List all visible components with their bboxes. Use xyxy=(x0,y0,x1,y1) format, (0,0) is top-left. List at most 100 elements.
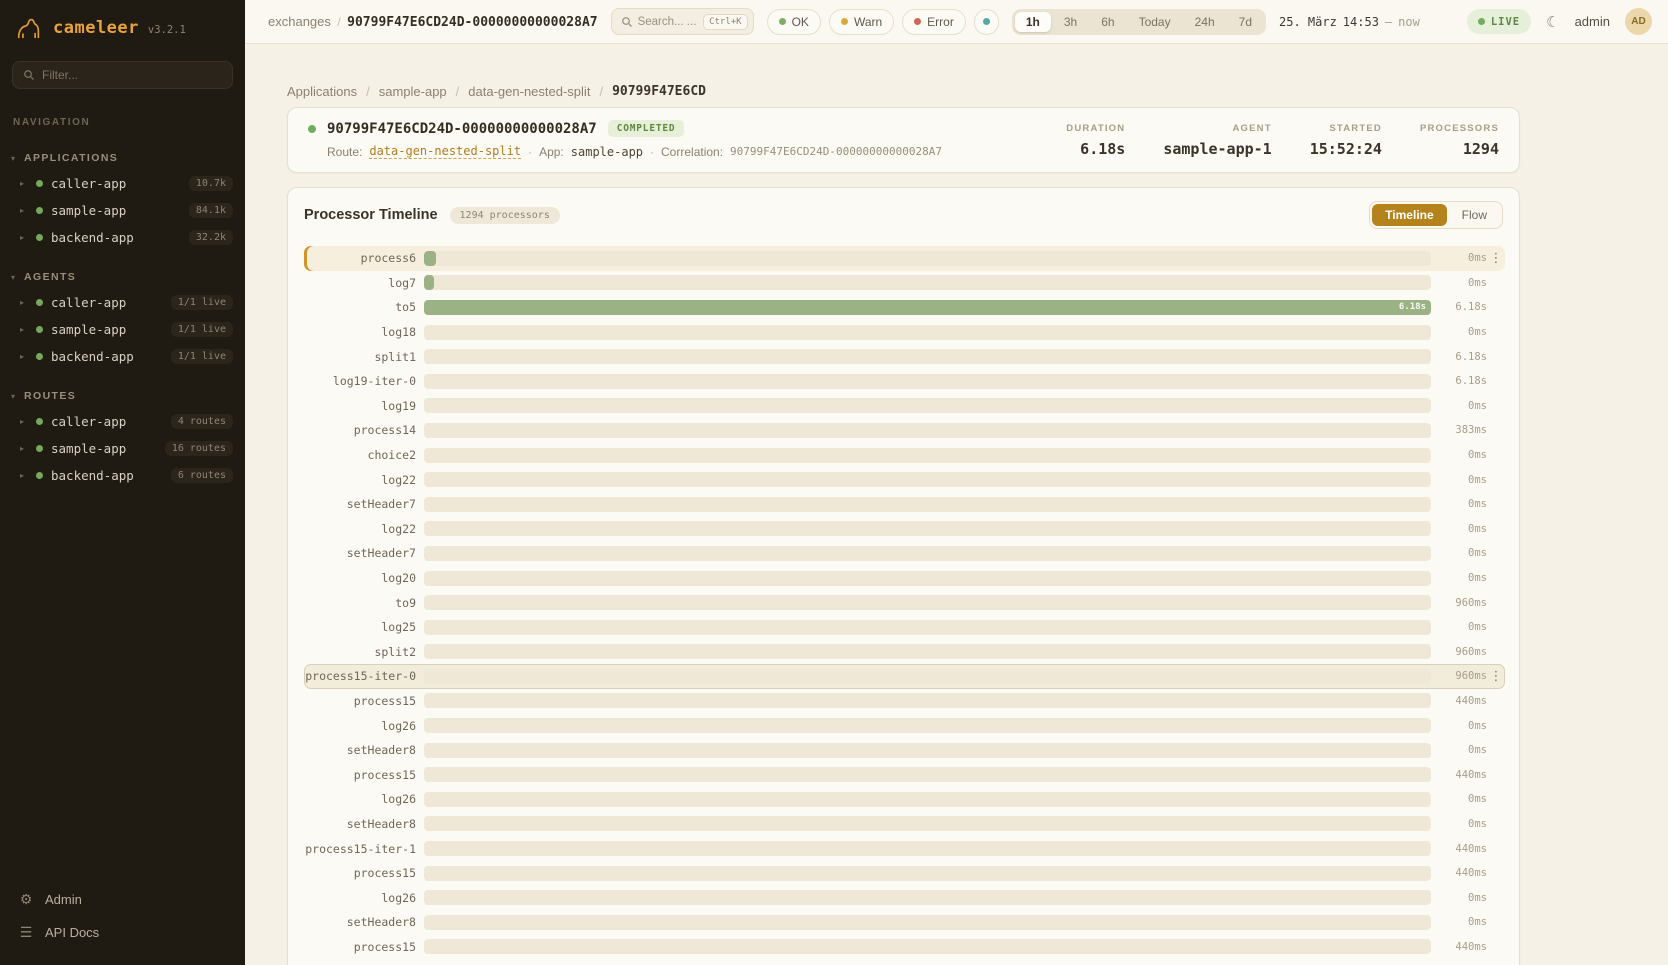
time-range-7d[interactable]: 7d xyxy=(1228,12,1263,32)
footer-item-label: Admin xyxy=(45,892,82,907)
timeline-row-log7[interactable]: log7 0ms ⋮ xyxy=(304,271,1505,296)
chevron-right-icon: ▸ xyxy=(20,471,28,480)
sidebar-item-applications-sample-app[interactable]: ▸ sample-app 84.1k xyxy=(0,197,245,224)
sidebar-item-agents-caller-app[interactable]: ▸ caller-app 1/1 live xyxy=(0,289,245,316)
status-filter-warn[interactable]: Warn xyxy=(829,9,894,35)
sidebar-filter[interactable] xyxy=(12,61,233,89)
timeline-row-setheader7[interactable]: setHeader7 0ms ⋮ xyxy=(304,541,1505,566)
sidebar-item-admin[interactable]: ⚙ Admin xyxy=(0,883,245,916)
time-range-1h[interactable]: 1h xyxy=(1015,12,1051,32)
timeline-row-log18[interactable]: log18 0ms ⋮ xyxy=(304,320,1505,345)
timeline-rail xyxy=(424,275,1431,290)
menu-icon: ☰ xyxy=(18,924,34,941)
timeline-row-log22[interactable]: log22 0ms ⋮ xyxy=(304,467,1505,492)
status-filter-extra[interactable] xyxy=(974,9,999,35)
sidebar-section-applications[interactable]: ▾ APPLICATIONS xyxy=(0,146,245,170)
search-input[interactable] xyxy=(638,16,698,28)
duration-label: 960ms xyxy=(1437,670,1487,682)
timeline-row-to5[interactable]: to5 6.18s 6.18s ⋮ xyxy=(304,295,1505,320)
breadcrumb-applications[interactable]: Applications xyxy=(287,84,357,99)
kebab-menu-icon[interactable]: ⋮ xyxy=(1487,668,1505,684)
timeline-row-setheader8[interactable]: setHeader8 0ms ⋮ xyxy=(304,910,1505,935)
timeline-row-log26[interactable]: log26 0ms ⋮ xyxy=(304,787,1505,812)
timeline-rail xyxy=(424,620,1431,635)
timeline-row-split1[interactable]: split1 6.18s ⋮ xyxy=(304,344,1505,369)
timeline-row-process15-iter-1[interactable]: process15-iter-1 440ms ⋮ xyxy=(304,836,1505,861)
timeline-row-choice2[interactable]: choice2 0ms ⋮ xyxy=(304,443,1505,468)
duration-label: 0ms xyxy=(1437,547,1487,559)
breadcrumb-separator: / xyxy=(599,84,603,99)
timeline-row-log26[interactable]: log26 0ms ⋮ xyxy=(304,713,1505,738)
sidebar-item-routes-caller-app[interactable]: ▸ caller-app 4 routes xyxy=(0,408,245,435)
view-toggle-timeline[interactable]: Timeline xyxy=(1372,204,1446,226)
timeline-row-split2[interactable]: split2 960ms ⋮ xyxy=(304,640,1505,665)
timeline-row-process6[interactable]: process6 0ms ⋮ xyxy=(304,246,1505,271)
status-filter-error[interactable]: Error xyxy=(902,9,966,35)
timeline-row-to9[interactable]: to9 960ms ⋮ xyxy=(304,590,1505,615)
sidebar-item-label: caller-app xyxy=(51,414,126,429)
timeline-row-process14[interactable]: process14 383ms ⋮ xyxy=(304,418,1505,443)
timeline-row-log25[interactable]: log25 0ms ⋮ xyxy=(304,615,1505,640)
timeline-row-log26[interactable]: log26 0ms ⋮ xyxy=(304,885,1505,910)
live-badge[interactable]: LIVE xyxy=(1467,9,1531,34)
kebab-menu-icon[interactable]: ⋮ xyxy=(1487,250,1505,266)
duration-label: 0ms xyxy=(1437,720,1487,732)
view-toggle-flow[interactable]: Flow xyxy=(1449,204,1500,226)
status-dot xyxy=(36,472,43,479)
sidebar-section-routes[interactable]: ▾ ROUTES xyxy=(0,384,245,408)
timeline-rail xyxy=(424,866,1431,881)
duration-label: 440ms xyxy=(1437,941,1487,953)
timeline-row-setheader8[interactable]: setHeader8 0ms ⋮ xyxy=(304,812,1505,837)
chevron-right-icon: ▸ xyxy=(20,179,28,188)
breadcrumb-route[interactable]: data-gen-nested-split xyxy=(468,84,590,99)
timeline-row-process15-iter-0[interactable]: process15-iter-0 960ms ⋮ xyxy=(304,664,1505,689)
timeline-row-process15[interactable]: process15 440ms ⋮ xyxy=(304,689,1505,714)
time-range-6h[interactable]: 6h xyxy=(1090,12,1125,32)
live-label: LIVE xyxy=(1491,16,1520,28)
sidebar-filter-input[interactable] xyxy=(42,68,222,82)
exchange-info: 90799F47E6CD24D-00000000000028A7 COMPLET… xyxy=(308,120,942,159)
sidebar-section-agents[interactable]: ▾ AGENTS xyxy=(0,265,245,289)
timeline-row-process15[interactable]: process15 440ms ⋮ xyxy=(304,762,1505,787)
time-range-today[interactable]: Today xyxy=(1128,12,1182,32)
status-dot xyxy=(841,18,848,25)
timeline-row-setheader7[interactable]: setHeader7 0ms ⋮ xyxy=(304,492,1505,517)
breadcrumb-exchanges[interactable]: exchanges xyxy=(268,14,331,29)
timeline-rail xyxy=(424,571,1431,586)
search-icon xyxy=(23,69,35,81)
timeline-row-log19[interactable]: log19 0ms ⋮ xyxy=(304,394,1505,419)
dark-mode-toggle-icon[interactable]: ☾ xyxy=(1546,13,1559,31)
avatar[interactable]: AD xyxy=(1625,8,1652,35)
timeline-row-process15[interactable]: process15 440ms ⋮ xyxy=(304,861,1505,886)
sidebar-item-applications-caller-app[interactable]: ▸ caller-app 10.7k xyxy=(0,170,245,197)
timeline-row-setheader8[interactable]: setHeader8 0ms ⋮ xyxy=(304,738,1505,763)
breadcrumb-sample-app[interactable]: sample-app xyxy=(379,84,447,99)
processor-name: log7 xyxy=(304,276,416,290)
datetime-range[interactable]: 25. März 14:53 — now xyxy=(1279,15,1420,29)
duration-label: 0ms xyxy=(1437,818,1487,830)
timeline-row-process15[interactable]: process15 440ms ⋮ xyxy=(304,935,1505,960)
timeline-row-log20[interactable]: log20 0ms ⋮ xyxy=(304,566,1505,591)
sidebar-item-api-docs[interactable]: ☰ API Docs xyxy=(0,916,245,949)
sidebar-item-applications-backend-app[interactable]: ▸ backend-app 32.2k xyxy=(0,224,245,251)
chip-label: OK xyxy=(792,15,809,29)
route-link[interactable]: data-gen-nested-split xyxy=(369,144,521,159)
stat-value: 6.18s xyxy=(1066,140,1125,158)
sidebar-item-label: sample-app xyxy=(51,441,126,456)
sidebar-item-routes-sample-app[interactable]: ▸ sample-app 16 routes xyxy=(0,435,245,462)
sidebar-item-agents-sample-app[interactable]: ▸ sample-app 1/1 live xyxy=(0,316,245,343)
sidebar: cameleer v3.2.1 NAVIGATION ▾ APPLICATION… xyxy=(0,0,245,965)
chevron-down-icon: ▾ xyxy=(11,392,15,401)
timeline-rail xyxy=(424,595,1431,610)
search-box[interactable]: Ctrl+K xyxy=(611,8,754,35)
sidebar-item-routes-backend-app[interactable]: ▸ backend-app 6 routes xyxy=(0,462,245,489)
stat-started: STARTED 15:52:24 xyxy=(1310,123,1382,158)
status-filter-ok[interactable]: OK xyxy=(767,9,821,35)
sidebar-item-agents-backend-app[interactable]: ▸ backend-app 1/1 live xyxy=(0,343,245,370)
duration-label: 0ms xyxy=(1437,400,1487,412)
time-range-24h[interactable]: 24h xyxy=(1184,12,1226,32)
timeline-row-log19-iter-0[interactable]: log19-iter-0 6.18s ⋮ xyxy=(304,369,1505,394)
timeline-row-log22[interactable]: log22 0ms ⋮ xyxy=(304,517,1505,542)
time-range-3h[interactable]: 3h xyxy=(1053,12,1088,32)
duration-label: 0ms xyxy=(1437,326,1487,338)
